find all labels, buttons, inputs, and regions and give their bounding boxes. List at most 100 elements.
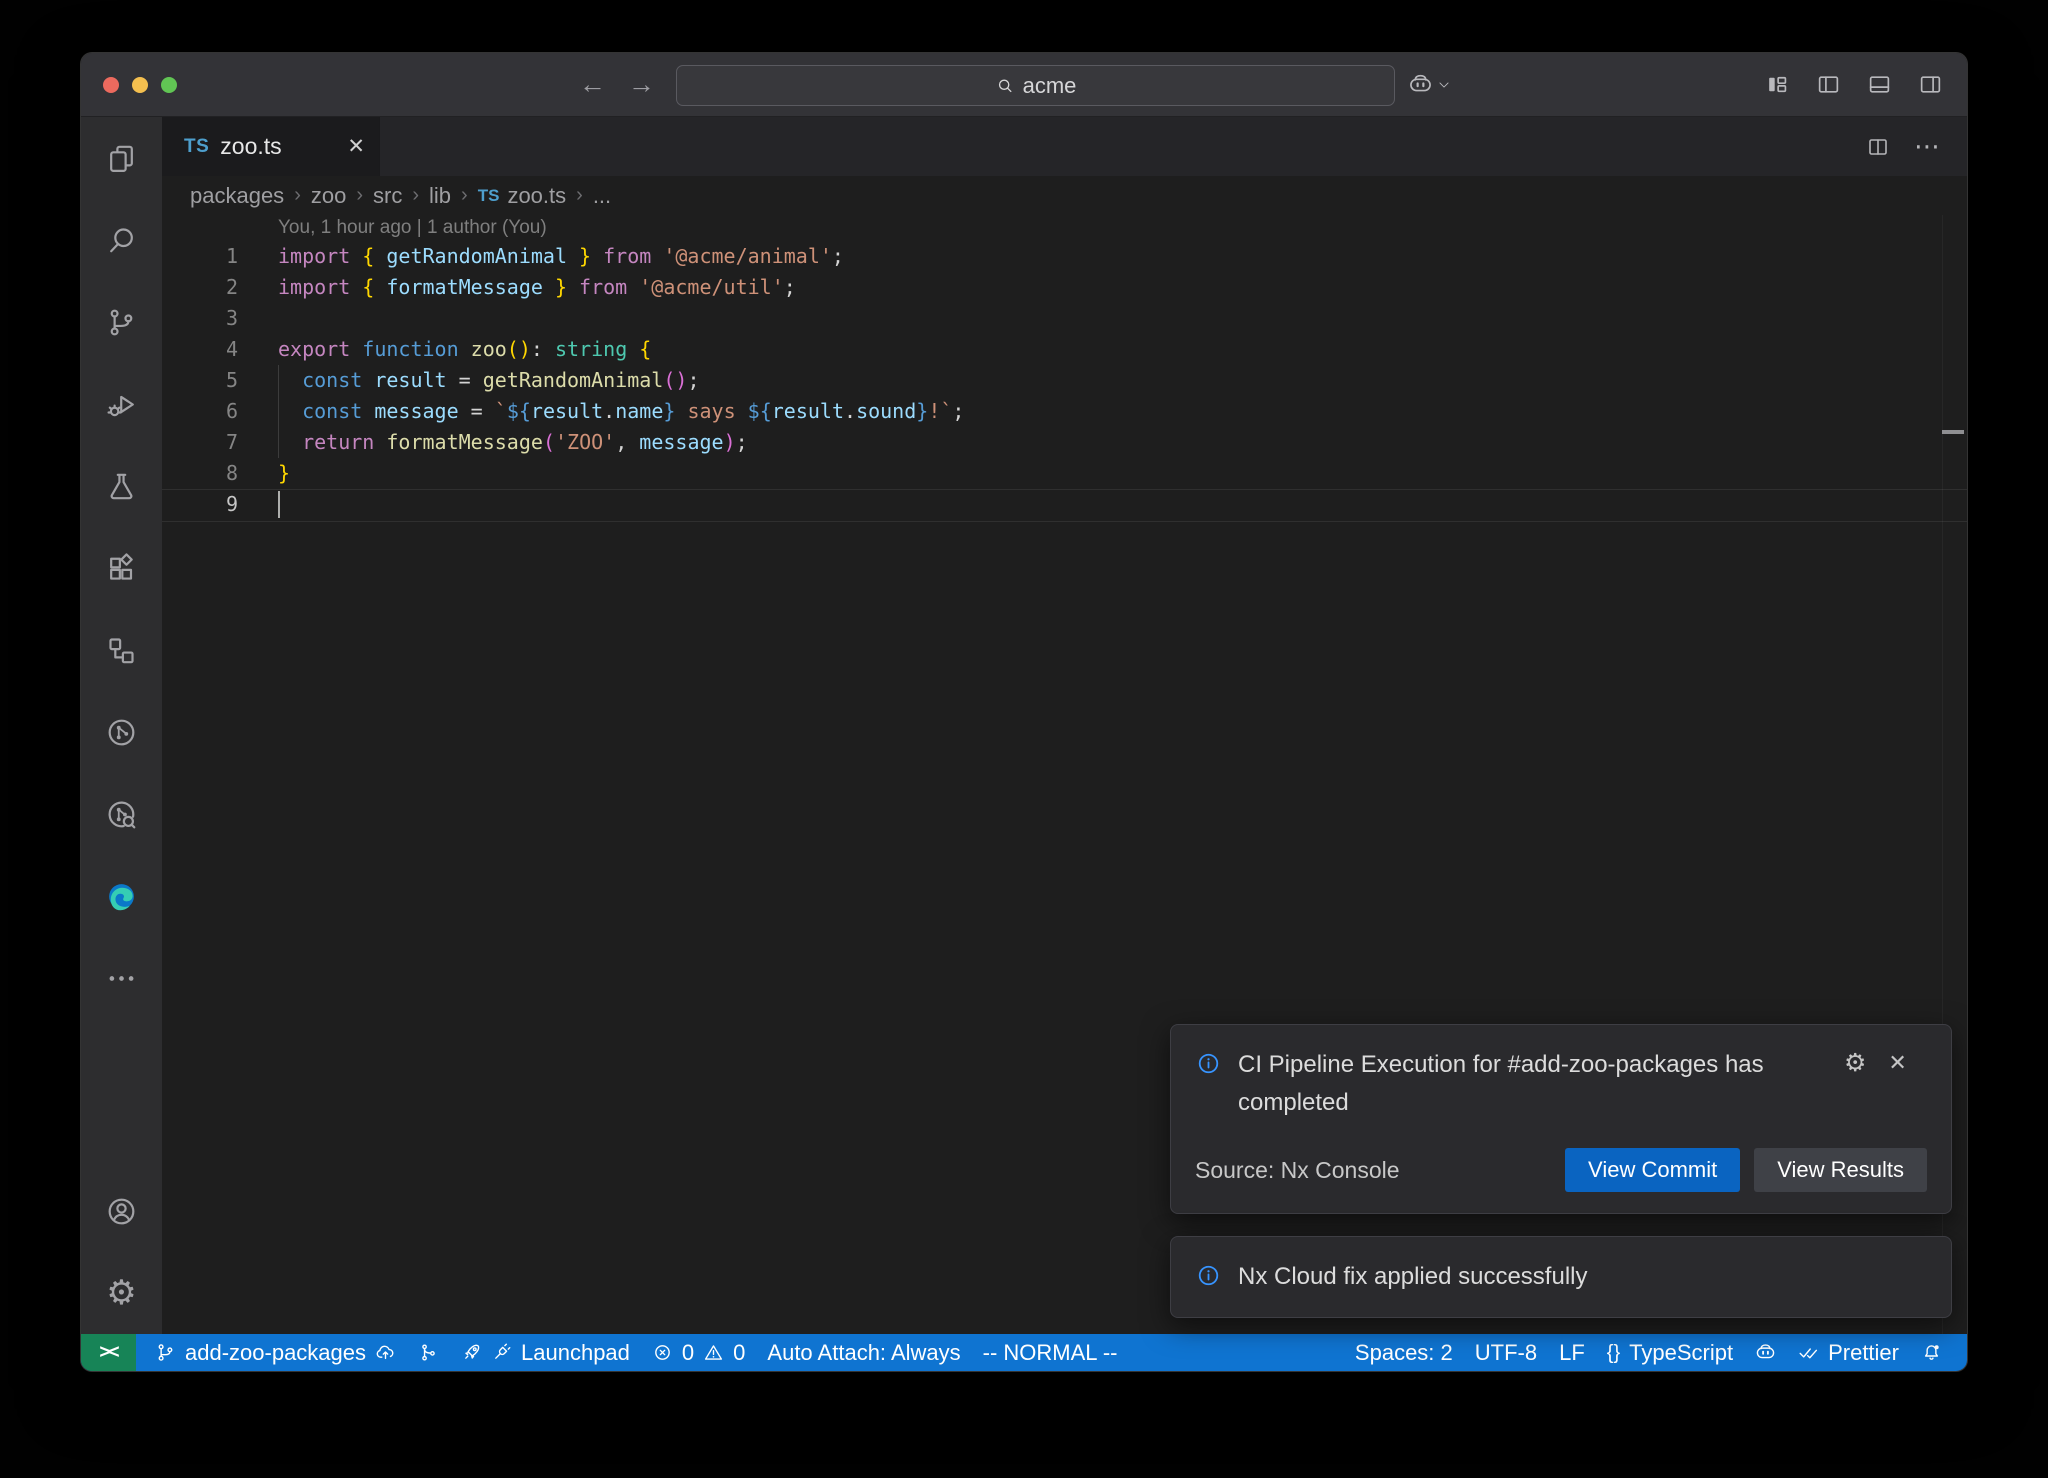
line-number: 6	[162, 396, 238, 427]
git-blame-annotation: You, 1 hour ago | 1 author (You)	[162, 215, 1967, 241]
split-editor-icon[interactable]	[1866, 135, 1890, 159]
close-window-button[interactable]	[103, 77, 119, 93]
minimize-window-button[interactable]	[132, 77, 148, 93]
code-text: import { getRandomAnimal } from '@acme/a…	[238, 241, 844, 272]
view-results-button[interactable]: View Results	[1754, 1148, 1927, 1192]
typescript-file-icon: TS	[478, 186, 500, 206]
code-line[interactable]: 2import { formatMessage } from '@acme/ut…	[162, 272, 1967, 303]
breadcrumb-item[interactable]: TSzoo.ts	[478, 183, 566, 209]
code-line[interactable]: 8}	[162, 458, 1967, 489]
double-check-icon	[1798, 1342, 1819, 1363]
activity-bar: ⚙	[81, 117, 162, 1334]
status-item-typescript[interactable]: {}TypeScript	[1596, 1334, 1744, 1371]
status-item-label: -- NORMAL --	[983, 1340, 1118, 1366]
breadcrumb-item[interactable]: packages	[190, 183, 284, 209]
notification-source: Source: Nx Console	[1195, 1157, 1400, 1184]
status-item-add-zoo-packages[interactable]: add-zoo-packages	[144, 1334, 407, 1371]
status-item-lf[interactable]: LF	[1548, 1334, 1596, 1371]
breadcrumb-item[interactable]: zoo	[311, 183, 346, 209]
code-line[interactable]: 4export function zoo(): string {	[162, 334, 1967, 365]
status-item-normal[interactable]: -- NORMAL --	[972, 1334, 1129, 1371]
activity-bar-item-settings[interactable]: ⚙	[81, 1252, 162, 1334]
status-item-label: Prettier	[1828, 1340, 1899, 1366]
status-item-utf-8[interactable]: UTF-8	[1464, 1334, 1548, 1371]
activity-bar-item-source-control[interactable]	[81, 281, 162, 363]
remote-indicator[interactable]: ><	[81, 1334, 136, 1371]
tab-bar: TS zoo.ts ✕ ⋯	[162, 117, 1967, 176]
indent-guide	[278, 365, 279, 458]
status-item-copilot[interactable]	[1744, 1334, 1787, 1371]
status-item-auto-attach-always[interactable]: Auto Attach: Always	[756, 1334, 971, 1371]
bell-dot-icon	[1921, 1342, 1942, 1363]
code-line[interactable]: 9	[162, 489, 1967, 520]
status-item-label: Launchpad	[521, 1340, 630, 1366]
code-text	[238, 303, 278, 334]
view-commit-button[interactable]: View Commit	[1565, 1148, 1740, 1192]
code-line[interactable]: 3	[162, 303, 1967, 334]
navigate-back-icon[interactable]: ←	[579, 69, 606, 100]
navigate-forward-icon[interactable]: →	[628, 69, 655, 100]
screen-background: ← → acme ⚙	[0, 0, 2048, 1478]
notification-message: Nx Cloud fix applied successfully	[1238, 1258, 1927, 1296]
toggle-panel-icon[interactable]	[1867, 72, 1892, 97]
activity-bar-item-more[interactable]	[81, 937, 162, 1019]
status-item-git-graph[interactable]	[407, 1334, 450, 1371]
workspace-icon	[105, 634, 138, 667]
info-icon	[1195, 1262, 1222, 1289]
text-cursor	[278, 491, 280, 518]
code-text: return formatMessage('ZOO', message);	[238, 427, 748, 458]
status-item-error-circle[interactable]: 00	[641, 1334, 757, 1371]
tab-zoo-ts[interactable]: TS zoo.ts ✕	[162, 117, 380, 176]
activity-bar-item-nx-console[interactable]	[81, 691, 162, 773]
status-item-label: add-zoo-packages	[185, 1340, 366, 1366]
code-line[interactable]: 5 const result = getRandomAnimal();	[162, 365, 1967, 396]
breadcrumb-item[interactable]: ...	[593, 183, 611, 209]
line-number: 1	[162, 241, 238, 272]
customize-layout-icon[interactable]	[1765, 72, 1790, 97]
notification-settings-icon[interactable]: ⚙	[1844, 1048, 1866, 1078]
status-item-label: TypeScript	[1629, 1340, 1733, 1366]
status-item-label: UTF-8	[1475, 1340, 1537, 1366]
close-tab-icon[interactable]: ✕	[347, 134, 365, 159]
remote-icon: ><	[99, 1342, 117, 1364]
activity-bar-item-explorer[interactable]	[81, 117, 162, 199]
status-item-spaces-2[interactable]: Spaces: 2	[1344, 1334, 1464, 1371]
activity-bar-item-run-debug[interactable]	[81, 363, 162, 445]
code-line[interactable]: 7 return formatMessage('ZOO', message);	[162, 427, 1967, 458]
copilot-icon	[1408, 72, 1433, 97]
overview-ruler-cursor-marker	[1942, 430, 1964, 434]
breadcrumb-item[interactable]: src	[373, 183, 402, 209]
git-branch-icon	[155, 1342, 176, 1363]
copilot-icon	[1755, 1342, 1776, 1363]
activity-bar-item-search[interactable]	[81, 199, 162, 281]
activity-bar-item-workspace[interactable]	[81, 609, 162, 691]
status-item-launchpad[interactable]: Launchpad	[450, 1334, 641, 1371]
breadcrumb-item[interactable]: lib	[429, 183, 451, 209]
more-actions-icon[interactable]: ⋯	[1914, 131, 1941, 162]
toggle-secondary-sidebar-icon[interactable]	[1918, 72, 1943, 97]
activity-bar-item-edge[interactable]	[81, 855, 162, 937]
plug-icon	[491, 1342, 512, 1363]
typescript-file-icon: TS	[184, 136, 209, 158]
cloud-upload-icon	[375, 1342, 396, 1363]
nx-console-icon	[105, 716, 138, 749]
status-item-bell-dot[interactable]	[1910, 1334, 1953, 1371]
error-circle-icon	[652, 1342, 673, 1363]
notification-close-icon[interactable]: ✕	[1888, 1050, 1906, 1076]
testing-icon	[105, 470, 138, 503]
code-text: const message = `${result.name} says ${r…	[238, 396, 964, 427]
copilot-menu[interactable]	[1408, 72, 1451, 97]
activity-bar-item-nx-cloud[interactable]	[81, 773, 162, 855]
command-center-search[interactable]: acme	[676, 65, 1395, 106]
toggle-primary-sidebar-icon[interactable]	[1816, 72, 1841, 97]
status-item-label: Spaces: 2	[1355, 1340, 1453, 1366]
line-number: 9	[162, 489, 238, 520]
code-line[interactable]: 1import { getRandomAnimal } from '@acme/…	[162, 241, 1967, 272]
code-line[interactable]: 6 const message = `${result.name} says $…	[162, 396, 1967, 427]
activity-bar-item-account[interactable]	[81, 1170, 162, 1252]
activity-bar-item-testing[interactable]	[81, 445, 162, 527]
activity-bar-item-extensions[interactable]	[81, 527, 162, 609]
notification-center: CI Pipeline Execution for #add-zoo-packa…	[1170, 1024, 1952, 1318]
status-item-prettier[interactable]: Prettier	[1787, 1334, 1910, 1371]
maximize-window-button[interactable]	[161, 77, 177, 93]
